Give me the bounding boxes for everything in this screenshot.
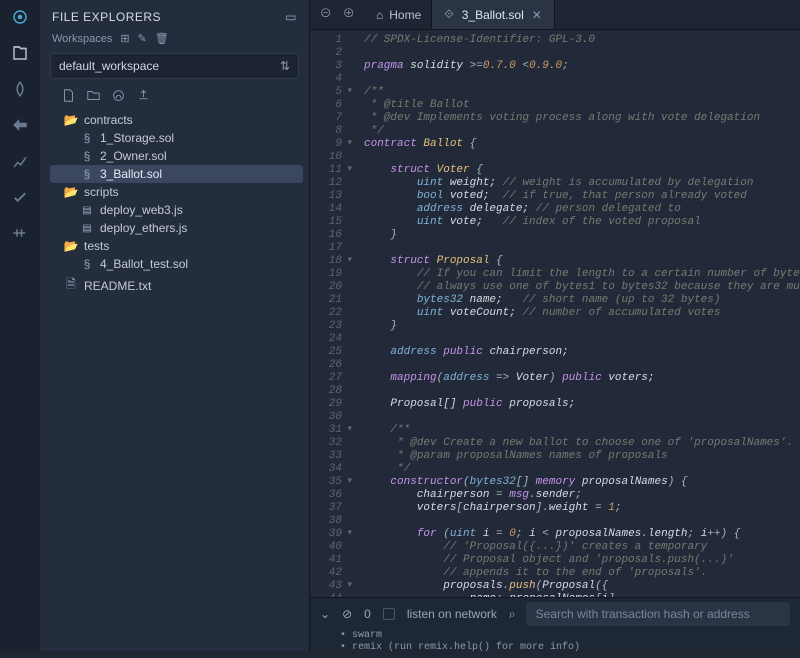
home-tab[interactable]: ⌂ Home	[366, 0, 432, 29]
file-icon: 🗎	[64, 275, 78, 296]
panel-menu-icon[interactable]: ▭	[285, 10, 297, 24]
active-file-tab-label: 3_Ballot.sol	[462, 8, 524, 22]
listen-network-checkbox[interactable]	[383, 608, 395, 620]
folder-icon: 📂	[64, 185, 78, 199]
file-row[interactable]: § 1_Storage.sol	[50, 129, 303, 147]
active-file-tab[interactable]: ⟐ 3_Ballot.sol ✕	[432, 0, 555, 29]
chevron-updown-icon: ⇅	[280, 59, 290, 73]
folder-row[interactable]: 📂 contracts	[50, 111, 303, 129]
clear-terminal-icon[interactable]: ⊘	[342, 607, 352, 621]
deploy-tab-icon[interactable]	[11, 116, 29, 134]
js-icon: ▤	[80, 205, 94, 216]
code-editor[interactable]: 1234567891011121314151617181920212223242…	[310, 30, 800, 597]
github-icon[interactable]	[112, 89, 125, 105]
folder-row[interactable]: 📂 tests	[50, 237, 303, 255]
file-row[interactable]: § 3_Ballot.sol	[50, 165, 303, 183]
listen-network-label: listen on network	[407, 607, 497, 621]
workspaces-label: Workspaces	[52, 33, 112, 45]
remix-logo-icon	[11, 8, 29, 26]
workspace-edit-icon[interactable]: ✎	[138, 32, 147, 45]
search-icon[interactable]: ⌕	[509, 607, 516, 622]
compiler-tab-icon[interactable]	[11, 80, 29, 98]
folder-row[interactable]: 📂 scripts	[50, 183, 303, 201]
collapse-terminal-icon[interactable]: ⌄	[320, 607, 330, 621]
sol-icon: §	[80, 131, 94, 145]
sol-icon: §	[80, 149, 94, 163]
debug-tab-icon[interactable]	[11, 188, 29, 206]
tree-item-label: contracts	[84, 113, 133, 127]
tree-item-label: deploy_ethers.js	[100, 221, 187, 235]
file-row[interactable]: § 4_Ballot_test.sol	[50, 255, 303, 273]
tree-item-label: 1_Storage.sol	[100, 131, 174, 145]
line-gutter: 1234567891011121314151617181920212223242…	[310, 30, 348, 597]
folder-icon: 📂	[64, 113, 78, 127]
solidity-file-icon: ⟐	[444, 7, 453, 22]
file-row[interactable]: 🗎 README.txt	[50, 273, 303, 298]
workspace-selected-value: default_workspace	[59, 59, 159, 73]
terminal-line: • remix (run remix.help() for more info)	[340, 642, 800, 654]
zoom-out-icon[interactable]	[320, 7, 333, 23]
sol-icon: §	[80, 257, 94, 271]
activity-bar	[0, 0, 40, 651]
workspace-delete-icon[interactable]: 🗑	[155, 32, 169, 45]
sol-icon: §	[80, 167, 94, 181]
editor-area: ⌂ Home ⟐ 3_Ballot.sol ✕ 1234567891011121…	[310, 0, 800, 651]
new-file-icon[interactable]	[62, 89, 75, 105]
panel-title: FILE EXPLORERS	[52, 10, 161, 24]
file-explorer-panel: FILE EXPLORERS ▭ Workspaces ⊞ ✎ 🗑 defaul…	[40, 0, 310, 651]
plugin-tab-icon[interactable]	[11, 224, 29, 242]
terminal-line: • swarm	[340, 630, 800, 642]
workspace-select[interactable]: default_workspace ⇅	[50, 53, 299, 79]
tree-item-label: 4_Ballot_test.sol	[100, 257, 188, 271]
analytics-tab-icon[interactable]	[11, 152, 29, 170]
pending-tx-count: 0	[364, 607, 371, 621]
new-folder-icon[interactable]	[87, 89, 100, 105]
file-explorer-tab-icon[interactable]	[11, 44, 29, 62]
file-row[interactable]: § 2_Owner.sol	[50, 147, 303, 165]
js-icon: ▤	[80, 223, 94, 234]
close-tab-icon[interactable]: ✕	[532, 8, 542, 22]
terminal-output: • swarm• remix (run remix.help() for mor…	[310, 630, 800, 658]
tree-item-label: deploy_web3.js	[100, 203, 183, 217]
file-tree: 📂 contracts § 1_Storage.sol § 2_Owner.sol § 3_B…	[40, 111, 309, 298]
terminal-panel: ⌄ ⊘ 0 listen on network ⌕ • swarm• remix…	[310, 597, 800, 651]
tree-item-label: scripts	[84, 185, 119, 199]
home-icon: ⌂	[376, 8, 383, 22]
file-row[interactable]: ▤ deploy_ethers.js	[50, 219, 303, 237]
tree-item-label: README.txt	[84, 279, 151, 293]
workspace-add-icon[interactable]: ⊞	[120, 32, 129, 45]
code-content[interactable]: // SPDX-License-Identifier: GPL-3.0pragm…	[348, 30, 800, 597]
file-toolbar	[40, 87, 309, 111]
folder-icon: 📂	[64, 239, 78, 253]
tree-item-label: tests	[84, 239, 109, 253]
tx-search-input[interactable]	[526, 602, 790, 626]
upload-icon[interactable]	[137, 89, 150, 105]
file-row[interactable]: ▤ deploy_web3.js	[50, 201, 303, 219]
home-tab-label: Home	[389, 8, 421, 22]
tree-item-label: 3_Ballot.sol	[100, 167, 162, 181]
zoom-in-icon[interactable]	[343, 7, 356, 23]
tree-item-label: 2_Owner.sol	[100, 149, 167, 163]
tab-bar: ⌂ Home ⟐ 3_Ballot.sol ✕	[310, 0, 800, 30]
